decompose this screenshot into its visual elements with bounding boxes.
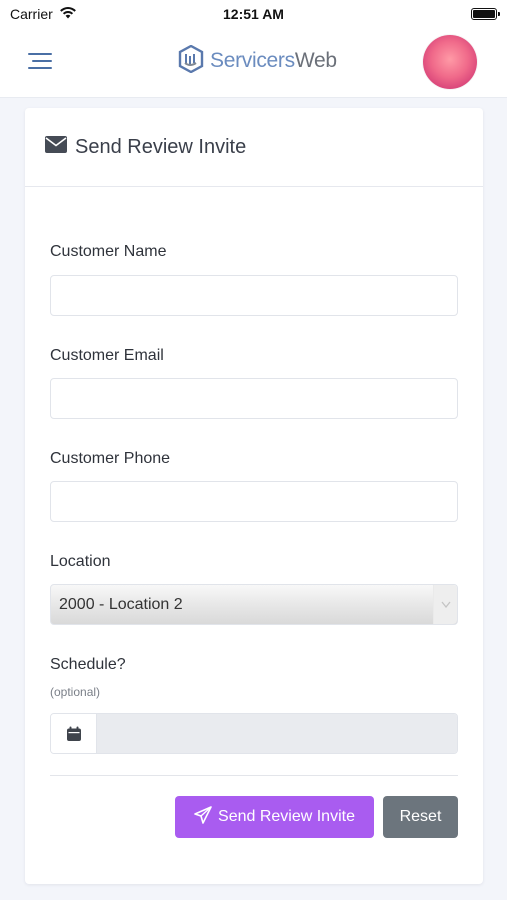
reset-button[interactable]: Reset [383,796,458,838]
send-review-invite-card: Send Review Invite Customer Name Custome… [25,108,483,884]
customer-name-input[interactable] [50,275,458,316]
customer-phone-label: Customer Phone [50,450,171,467]
status-left: Carrier [10,6,77,22]
schedule-label: Schedule? [50,656,126,673]
logo-icon [178,44,204,78]
carrier-label: Carrier [10,6,53,22]
card-header: Send Review Invite [25,108,483,187]
wifi-icon [59,6,77,22]
paper-plane-icon [194,805,212,829]
location-label: Location [50,553,111,570]
status-bar: Carrier 12:51 AM [0,0,507,28]
avatar[interactable] [423,35,477,89]
schedule-date-picker[interactable] [50,713,458,754]
schedule-date-input[interactable] [97,714,457,753]
envelope-icon [45,136,67,158]
schedule-optional-hint: (optional) [50,685,101,699]
menu-icon[interactable] [22,48,52,74]
customer-email-input[interactable] [50,378,458,419]
logo-text: ServicersWeb [210,49,337,72]
card-title: Send Review Invite [75,135,247,158]
battery-icon [471,8,500,20]
customer-email-label: Customer Email [50,347,164,364]
reset-label: Reset [399,808,442,825]
app-header: ServicersWeb [0,28,507,98]
send-review-invite-button[interactable]: Send Review Invite [175,796,374,838]
chevron-down-icon[interactable] [433,585,457,624]
location-selected-value: 2000 - Location 2 [59,595,183,613]
app-logo[interactable]: ServicersWeb [178,44,337,78]
calendar-icon[interactable] [51,714,97,753]
customer-phone-input[interactable] [50,481,458,522]
location-select[interactable]: 2000 - Location 2 [50,584,458,625]
send-review-invite-label: Send Review Invite [218,808,355,825]
form-divider [50,775,458,776]
customer-name-label: Customer Name [50,243,167,260]
